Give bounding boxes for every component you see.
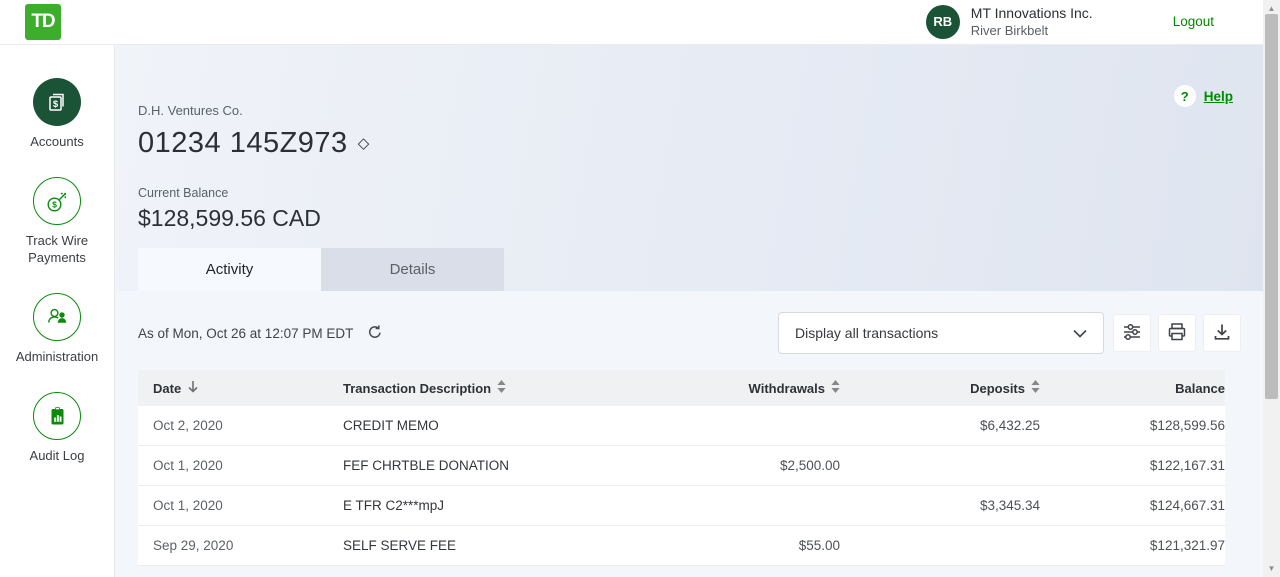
vertical-scrollbar[interactable]: ▲ ▼ bbox=[1263, 0, 1280, 577]
sort-updown-icon bbox=[497, 380, 506, 396]
table-row[interactable]: Oct 1, 2020 FEF CHRTBLE DONATION $2,500.… bbox=[138, 446, 1225, 486]
help-link[interactable]: Help bbox=[1204, 89, 1233, 104]
sort-updown-icon bbox=[1031, 380, 1040, 396]
print-button[interactable] bbox=[1158, 314, 1196, 352]
main-area: ? Help D.H. Ventures Co. 01234 145Z973 ◇… bbox=[116, 45, 1263, 577]
column-header-date[interactable]: Date bbox=[138, 380, 343, 397]
cell-withdrawal: $55.00 bbox=[655, 538, 840, 553]
cell-balance: $128,599.56 bbox=[1040, 418, 1225, 433]
cell-description: FEF CHRTBLE DONATION bbox=[343, 458, 655, 473]
account-hero: ? Help D.H. Ventures Co. 01234 145Z973 ◇… bbox=[116, 45, 1263, 291]
sidebar-item-track-wire-payments[interactable]: $ Track Wire Payments bbox=[11, 177, 103, 266]
svg-text:$: $ bbox=[52, 199, 57, 209]
transaction-filter-value: Display all transactions bbox=[795, 325, 938, 341]
sidebar-item-audit-log[interactable]: Audit Log bbox=[11, 392, 103, 464]
user-block: MT Innovations Inc. River Birkbelt bbox=[971, 4, 1093, 39]
cell-date: Sep 29, 2020 bbox=[138, 538, 343, 553]
cell-description: SELF SERVE FEE bbox=[343, 538, 655, 553]
cell-withdrawal: $2,500.00 bbox=[655, 458, 840, 473]
scroll-down-icon[interactable]: ▼ bbox=[1263, 564, 1280, 573]
td-logo-text: TD bbox=[31, 11, 54, 33]
toolbar: As of Mon, Oct 26 at 12:07 PM EDT Displa… bbox=[138, 312, 1241, 354]
account-selector-icon[interactable]: ◇ bbox=[358, 136, 370, 151]
download-icon bbox=[1211, 321, 1233, 346]
org-name: MT Innovations Inc. bbox=[971, 4, 1093, 22]
balance-label: Current Balance bbox=[138, 186, 1263, 200]
cell-date: Oct 2, 2020 bbox=[138, 418, 343, 433]
cell-balance: $121,321.97 bbox=[1040, 538, 1225, 553]
company-name: D.H. Ventures Co. bbox=[138, 103, 1263, 118]
filter-settings-button[interactable] bbox=[1113, 314, 1151, 352]
refresh-icon bbox=[367, 324, 383, 343]
sort-updown-icon bbox=[831, 380, 840, 396]
cell-balance: $124,667.31 bbox=[1040, 498, 1225, 513]
scrollbar-thumb[interactable] bbox=[1265, 14, 1278, 399]
table-row[interactable]: Sep 29, 2020 SELF SERVE FEE $55.00 $121,… bbox=[138, 526, 1225, 566]
as-of-timestamp: As of Mon, Oct 26 at 12:07 PM EDT bbox=[138, 326, 353, 341]
table-header-row: Date Transaction Description bbox=[138, 370, 1225, 406]
printer-icon bbox=[1166, 321, 1188, 346]
sidebar: $ Accounts $ Track Wire Payments Adminis… bbox=[0, 45, 115, 577]
user-name: River Birkbelt bbox=[971, 23, 1093, 40]
sidebar-item-accounts[interactable]: $ Accounts bbox=[11, 78, 103, 150]
avatar[interactable]: RB bbox=[926, 5, 960, 39]
svg-text:$: $ bbox=[53, 99, 59, 110]
sort-descending-icon bbox=[187, 380, 199, 397]
table-row[interactable]: Oct 2, 2020 CREDIT MEMO $6,432.25 $128,5… bbox=[138, 406, 1225, 446]
cell-deposit: $6,432.25 bbox=[840, 418, 1040, 433]
administration-icon bbox=[33, 293, 81, 341]
cell-balance: $122,167.31 bbox=[1040, 458, 1225, 473]
sidebar-item-administration[interactable]: Administration bbox=[11, 293, 103, 365]
tab-details[interactable]: Details bbox=[321, 248, 504, 291]
refresh-button[interactable] bbox=[367, 324, 383, 343]
toolbar-right: Display all transactions bbox=[778, 312, 1241, 354]
td-logo[interactable]: TD bbox=[25, 4, 61, 40]
sidebar-item-label: Audit Log bbox=[11, 448, 103, 464]
tab-bar: Activity Details bbox=[138, 248, 504, 291]
cell-description: E TFR C2***mpJ bbox=[343, 498, 655, 513]
help-row: ? Help bbox=[1174, 85, 1233, 107]
transactions-table: Date Transaction Description bbox=[138, 370, 1225, 566]
sidebar-item-label: Track Wire Payments bbox=[11, 233, 103, 266]
balance-value: $128,599.56 CAD bbox=[138, 205, 1263, 232]
column-header-balance: Balance bbox=[1040, 381, 1225, 396]
help-question-icon[interactable]: ? bbox=[1174, 85, 1196, 107]
sliders-icon bbox=[1121, 321, 1143, 346]
transaction-filter-dropdown[interactable]: Display all transactions bbox=[778, 312, 1104, 354]
table-row[interactable]: Oct 1, 2020 E TFR C2***mpJ $3,345.34 $12… bbox=[138, 486, 1225, 526]
cell-date: Oct 1, 2020 bbox=[138, 458, 343, 473]
sidebar-item-label: Administration bbox=[11, 349, 103, 365]
accounts-icon: $ bbox=[33, 78, 81, 126]
download-button[interactable] bbox=[1203, 314, 1241, 352]
tab-activity[interactable]: Activity bbox=[138, 248, 321, 291]
audit-log-icon bbox=[33, 392, 81, 440]
avatar-initials: RB bbox=[933, 14, 952, 29]
activity-panel: As of Mon, Oct 26 at 12:07 PM EDT Displa… bbox=[116, 291, 1263, 577]
column-header-withdrawals[interactable]: Withdrawals bbox=[655, 380, 840, 396]
header-right: RB MT Innovations Inc. River Birkbelt Lo… bbox=[926, 4, 1214, 39]
logout-link[interactable]: Logout bbox=[1173, 14, 1214, 29]
account-number: 01234 145Z973 bbox=[138, 127, 348, 160]
scroll-up-icon[interactable]: ▲ bbox=[1263, 4, 1280, 13]
column-header-deposits[interactable]: Deposits bbox=[840, 380, 1040, 396]
cell-date: Oct 1, 2020 bbox=[138, 498, 343, 513]
sidebar-item-label: Accounts bbox=[11, 134, 103, 150]
cell-description: CREDIT MEMO bbox=[343, 418, 655, 433]
cell-deposit: $3,345.34 bbox=[840, 498, 1040, 513]
chevron-down-icon bbox=[1073, 329, 1087, 338]
track-wire-icon: $ bbox=[33, 177, 81, 225]
column-header-description[interactable]: Transaction Description bbox=[343, 380, 655, 396]
top-header: TD RB MT Innovations Inc. River Birkbelt… bbox=[0, 0, 1263, 45]
